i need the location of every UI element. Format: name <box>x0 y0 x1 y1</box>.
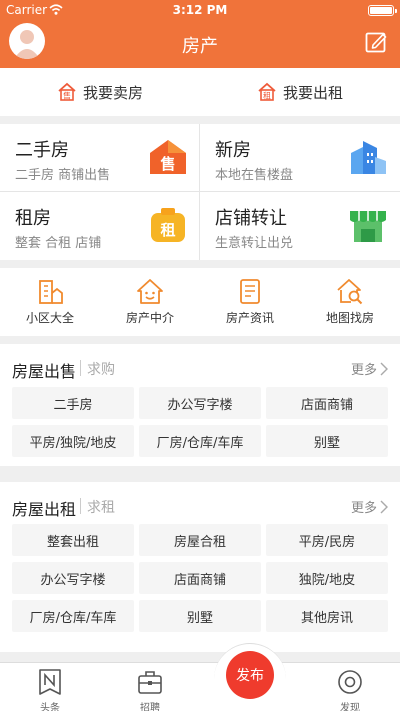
rent-tag[interactable]: 厂房/仓库/车库 <box>12 600 134 632</box>
tools-row: 小区大全 房产中介 房产资讯 地图找房 <box>0 268 400 336</box>
sale-tag[interactable]: 办公写字楼 <box>139 387 261 419</box>
tab-bar: 头条 招聘 发布 发现 <box>0 643 400 711</box>
rent-house-button[interactable]: 租 我要出租 <box>200 68 400 116</box>
briefcase-icon <box>138 671 162 694</box>
tool-label: 小区大全 <box>25 311 74 325</box>
chevron-right-icon <box>380 362 388 375</box>
buildings-icon <box>351 141 386 174</box>
sell-badge-icon: 售 <box>150 140 186 174</box>
community-icon <box>39 280 63 304</box>
sale-tag[interactable]: 二手房 <box>12 387 134 419</box>
section-title: 房屋出租 <box>12 500 77 519</box>
sale-tag[interactable]: 厂房/仓库/车库 <box>139 425 261 457</box>
sell-house-label: 我要卖房 <box>82 83 143 102</box>
tool-label: 地图找房 <box>325 311 374 325</box>
battery-icon <box>368 5 397 16</box>
rent-tag[interactable]: 店面商铺 <box>139 562 261 594</box>
discover-icon <box>338 670 362 694</box>
sale-tag[interactable]: 平房/独院/地皮 <box>12 425 134 457</box>
section-separator <box>80 498 81 514</box>
edit-icon[interactable] <box>365 31 387 53</box>
more-label: 更多 <box>350 363 377 378</box>
rent-section: 房屋出租 求租 更多 整套出租 房屋合租 平房/民房 办公写字楼 店面商铺 独院… <box>0 482 400 652</box>
rent-badge-icon: 租 <box>151 208 185 242</box>
grid-item-subtitle: 生意转让出兑 <box>215 236 294 251</box>
svg-text:售: 售 <box>63 91 71 101</box>
publish-button[interactable]: 发布 <box>226 651 274 699</box>
clock: 3:12 PM <box>172 3 228 17</box>
headlines-icon <box>39 669 61 695</box>
grid-item-subtitle: 二手房 商铺出售 <box>15 168 111 183</box>
grid-item-title: 二手房 <box>15 140 69 161</box>
news-icon <box>240 279 260 304</box>
svg-text:售: 售 <box>160 155 175 173</box>
sale-tag[interactable]: 别墅 <box>266 425 388 457</box>
tool-community[interactable]: 小区大全 <box>0 268 100 336</box>
rent-tag[interactable]: 其他房讯 <box>266 600 388 632</box>
tool-agent[interactable]: 房产中介 <box>100 268 200 336</box>
section-title: 房屋出售 <box>12 362 77 381</box>
sell-house-icon: 售 <box>58 82 76 101</box>
rent-tag[interactable]: 整套出租 <box>12 524 134 556</box>
rent-tag[interactable]: 房屋合租 <box>139 524 261 556</box>
quick-actions: 售 我要卖房 租 我要出租 <box>0 68 400 116</box>
wanted-buy-link[interactable]: 求购 <box>87 359 115 379</box>
svg-text:租: 租 <box>263 92 271 101</box>
sale-more-link[interactable]: 更多 <box>351 359 388 378</box>
chevron-right-icon <box>380 500 388 513</box>
grid-item-rent[interactable]: 租房 整套 合租 店铺 租 <box>0 192 199 259</box>
grid-item-new-house[interactable]: 新房 本地在售楼盘 <box>200 124 399 191</box>
tab-label: 头条 <box>40 703 60 711</box>
sale-tag[interactable]: 店面商铺 <box>266 387 388 419</box>
tab-label: 招聘 <box>140 703 160 711</box>
more-label: 更多 <box>350 501 377 516</box>
rent-tag[interactable]: 独院/地皮 <box>266 562 388 594</box>
page-title: 房产 <box>182 36 218 57</box>
app-header: Carrier 3:12 PM 房产 <box>0 0 400 68</box>
tool-label: 房产中介 <box>125 311 174 325</box>
status-bar: Carrier 3:12 PM <box>0 0 400 20</box>
section-separator <box>80 360 81 376</box>
rent-tag[interactable]: 别墅 <box>139 600 261 632</box>
rent-house-icon: 租 <box>258 82 276 101</box>
grid-item-subtitle: 整套 合租 店铺 <box>15 236 102 251</box>
rent-tag[interactable]: 平房/民房 <box>266 524 388 556</box>
tool-news[interactable]: 房产资讯 <box>200 268 300 336</box>
sell-house-button[interactable]: 售 我要卖房 <box>0 68 200 116</box>
tool-label: 房产资讯 <box>225 311 274 325</box>
grid-item-title: 新房 <box>215 140 251 161</box>
grid-item-title: 店铺转让 <box>215 208 287 229</box>
grid-divider <box>0 191 400 192</box>
grid-item-title: 租房 <box>15 208 51 229</box>
rent-more-link[interactable]: 更多 <box>351 497 388 516</box>
tab-jobs[interactable]: 招聘 <box>100 663 200 711</box>
rent-house-label: 我要出租 <box>282 83 343 102</box>
svg-text:租: 租 <box>160 221 175 239</box>
category-grid: 二手房 二手房 商铺出售 售 新房 本地在售楼盘 租房 整套 合租 店铺 租 店… <box>0 124 400 260</box>
agent-icon <box>137 279 163 304</box>
tool-map-search[interactable]: 地图找房 <box>300 268 400 336</box>
grid-divider <box>199 124 200 260</box>
grid-item-second-hand[interactable]: 二手房 二手房 商铺出售 售 <box>0 124 199 191</box>
wanted-rent-link[interactable]: 求租 <box>87 497 115 517</box>
tab-label: 发现 <box>340 703 360 711</box>
grid-item-subtitle: 本地在售楼盘 <box>215 168 294 183</box>
map-search-icon <box>337 279 363 305</box>
sale-section: 房屋出售 求购 更多 二手房 办公写字楼 店面商铺 平房/独院/地皮 厂房/仓库… <box>0 344 400 466</box>
tab-headlines[interactable]: 头条 <box>0 663 100 711</box>
shop-icon <box>350 211 386 242</box>
tab-discover[interactable]: 发现 <box>300 663 400 711</box>
grid-item-shop-transfer[interactable]: 店铺转让 生意转让出兑 <box>200 192 399 259</box>
rent-tag[interactable]: 办公写字楼 <box>12 562 134 594</box>
